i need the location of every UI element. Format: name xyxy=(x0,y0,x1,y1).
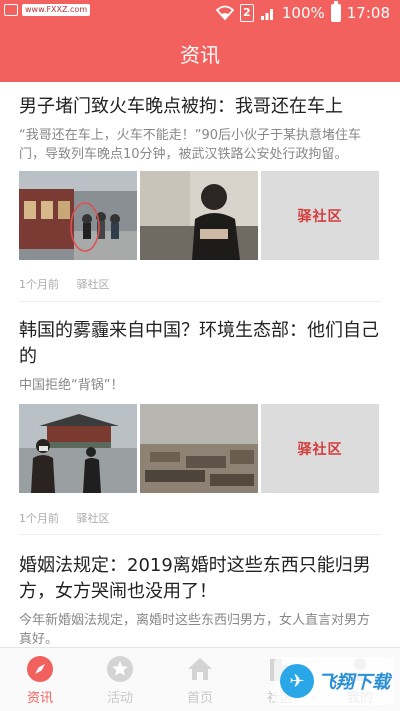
signal-icon xyxy=(260,9,273,20)
article-meta: 1个月前 驿社区 xyxy=(19,276,124,292)
tab-label: 资讯 xyxy=(26,690,53,706)
detained-man-image xyxy=(140,171,258,260)
divider xyxy=(19,534,381,535)
article-title[interactable]: 男子堵门致火车晚点被拘：我哥还在车上 xyxy=(19,94,381,120)
yishequ-logo: 驿社区 xyxy=(297,441,343,458)
page-title: 资讯 xyxy=(180,43,220,67)
article-thumbnails[interactable]: 驿社区 xyxy=(19,171,381,260)
yishequ-logo: 驿社区 xyxy=(297,208,343,225)
article-card[interactable]: 男子堵门致火车晚点被拘：我哥还在车上 “我哥还在车上，火车不能走！”90后小伙子… xyxy=(19,94,381,164)
wifi-icon xyxy=(215,5,234,21)
article-card[interactable]: 婚姻法规定：2019离婚时这些东西只能归男方，女方哭闹也没用了！ 今年新婚姻法规… xyxy=(19,553,381,647)
home-icon xyxy=(188,657,212,680)
article-meta: 1个月前 驿社区 xyxy=(19,510,124,526)
tab-label: 活动 xyxy=(106,690,133,706)
clock: 17:08 xyxy=(346,4,390,22)
news-feed[interactable]: 男子堵门致火车晚点被拘：我哥还在车上 “我哥还在车上，火车不能走！”90后小伙子… xyxy=(0,82,400,647)
article-summary: “我哥还在车上，火车不能走！”90后小伙子于某执意堵住车门，导致列车晚点10分钟… xyxy=(19,128,362,162)
article-source[interactable]: 驿社区 xyxy=(77,278,110,291)
masked-people-palace-image xyxy=(19,404,137,493)
train-platform-image xyxy=(19,171,137,260)
brand-watermark: ✈ 飞翔下载 xyxy=(274,657,394,705)
article-title[interactable]: 婚姻法规定：2019离婚时这些东西只能归男方，女方哭闹也没用了！ xyxy=(19,553,381,605)
divider xyxy=(19,301,381,302)
tab-activity[interactable]: 活动 xyxy=(80,648,160,711)
article-time: 1个月前 xyxy=(19,512,59,525)
article-title[interactable]: 韩国的雾霾来自中国？环境生态部：他们自己的 xyxy=(19,318,381,370)
battery-percent: 100% xyxy=(281,4,325,22)
brand-logo-icon: ✈ xyxy=(280,664,314,698)
sim-indicator: 2 xyxy=(239,4,254,22)
article-summary: 今年新婚姻法规定，离婚时这些东西归男方，女人直言对男方真好。 xyxy=(19,613,371,647)
star-icon xyxy=(107,655,133,682)
battery-icon xyxy=(330,1,341,22)
tab-label: 首页 xyxy=(186,690,213,706)
article-card[interactable]: 韩国的雾霾来自中国？环境生态部：他们自己的 中国拒绝“背锅”！ xyxy=(19,318,381,395)
article-summary: 中国拒绝“背锅”！ xyxy=(19,378,124,393)
yishequ-logo-image: 驿社区 xyxy=(261,171,379,260)
tab-home[interactable]: 首页 xyxy=(160,648,240,711)
watermark: www.FXXZ.com xyxy=(22,4,91,16)
article-time: 1个月前 xyxy=(19,278,59,291)
article-thumbnails[interactable]: 驿社区 xyxy=(19,404,381,493)
app-notification-icon xyxy=(4,4,18,16)
smoggy-city-image xyxy=(140,404,258,493)
yishequ-logo-image: 驿社区 xyxy=(261,404,379,493)
app-header: 资讯 xyxy=(0,28,400,82)
compass-icon xyxy=(27,655,53,682)
status-bar: www.FXXZ.com 2 100% 17:08 xyxy=(0,0,400,28)
article-source[interactable]: 驿社区 xyxy=(77,512,110,525)
tab-news[interactable]: 资讯 xyxy=(0,648,80,711)
brand-text: 飞翔下载 xyxy=(318,672,390,693)
